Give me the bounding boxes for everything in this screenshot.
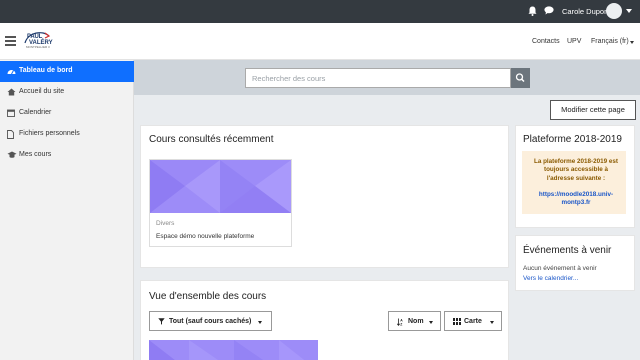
search-button[interactable] bbox=[511, 68, 530, 88]
nav-link-upv[interactable]: UPV bbox=[567, 38, 581, 45]
top-bar: Carole Dupont bbox=[0, 0, 640, 23]
avatar[interactable] bbox=[606, 3, 622, 19]
sidebar-item-label: Tableau de bord bbox=[19, 67, 73, 74]
sort-label: Nom bbox=[408, 318, 424, 325]
modify-page-button[interactable]: Modifier cette page bbox=[550, 100, 636, 120]
calendar-link[interactable]: Vers le calendrier... bbox=[523, 275, 578, 282]
logo-text-line3: MONTPELLIER 3 bbox=[26, 45, 50, 49]
view-dropdown[interactable]: Carte bbox=[444, 311, 502, 331]
sidebar-item-label: Fichiers personnels bbox=[19, 130, 80, 137]
chevron-down-icon bbox=[258, 321, 262, 324]
language-selector[interactable]: Français (fr) bbox=[591, 38, 629, 45]
home-icon bbox=[7, 88, 16, 96]
platform-block-title: Plateforme 2018-2019 bbox=[523, 134, 622, 145]
platform-url-link[interactable]: https://moodle2018.univ-montp3.fr bbox=[530, 191, 622, 208]
search-icon bbox=[515, 73, 525, 83]
course-category: Divers bbox=[156, 220, 175, 227]
recent-courses-title: Cours consultés récemment bbox=[149, 134, 274, 145]
grid-icon bbox=[453, 318, 461, 327]
file-icon bbox=[7, 130, 15, 139]
events-block-title: Événements à venir bbox=[523, 245, 612, 256]
view-label: Carte bbox=[464, 318, 482, 325]
graduation-cap-icon bbox=[7, 151, 17, 159]
navbar: PAUL VALÉRY MONTPELLIER 3 Contacts UPV F… bbox=[0, 23, 640, 60]
upcoming-events-block: Événements à venir Aucun événement à ven… bbox=[515, 235, 635, 291]
user-name[interactable]: Carole Dupont bbox=[562, 7, 610, 16]
calendar-icon bbox=[7, 109, 15, 117]
platform-notice: La plateforme 2018-2019 est toujours acc… bbox=[522, 151, 626, 214]
sidebar-item-my-courses[interactable]: Mes cours bbox=[0, 145, 134, 166]
platform-notice-text: La plateforme 2018-2019 est toujours acc… bbox=[533, 158, 618, 182]
site-logo[interactable]: PAUL VALÉRY MONTPELLIER 3 bbox=[23, 30, 53, 52]
sidebar-item-home[interactable]: Accueil du site bbox=[0, 82, 134, 103]
course-image[interactable] bbox=[149, 340, 318, 360]
sidebar-item-label: Mes cours bbox=[19, 151, 52, 158]
sidebar-item-files[interactable]: Fichiers personnels bbox=[0, 124, 134, 145]
language-caret-icon[interactable] bbox=[630, 41, 634, 44]
course-overview-card: Vue d'ensemble des cours Tout (sauf cour… bbox=[140, 280, 509, 360]
sidebar-item-calendar[interactable]: Calendrier bbox=[0, 103, 134, 124]
course-search-input[interactable] bbox=[245, 68, 511, 88]
svg-text:Z: Z bbox=[400, 322, 402, 326]
sidebar: Tableau de bord Accueil du site Calendri… bbox=[0, 60, 134, 360]
dashboard-icon bbox=[7, 67, 16, 75]
course-image[interactable] bbox=[150, 160, 291, 213]
filter-icon bbox=[158, 318, 165, 327]
course-name[interactable]: Espace démo nouvelle plateforme bbox=[156, 233, 254, 240]
chat-icon[interactable] bbox=[544, 6, 554, 17]
filter-label: Tout (sauf cours cachés) bbox=[169, 318, 252, 325]
course-filter-dropdown[interactable]: Tout (sauf cours cachés) bbox=[149, 311, 272, 331]
chevron-down-icon bbox=[429, 321, 433, 324]
nav-link-contacts[interactable]: Contacts bbox=[532, 38, 560, 45]
hamburger-menu-icon[interactable] bbox=[5, 36, 16, 46]
sidebar-item-label: Accueil du site bbox=[19, 88, 65, 95]
bell-icon[interactable] bbox=[528, 6, 537, 18]
user-menu-caret-icon[interactable] bbox=[626, 9, 632, 13]
no-events-text: Aucun événement à venir bbox=[523, 265, 597, 272]
course-card[interactable]: Divers Espace démo nouvelle plateforme bbox=[149, 159, 292, 247]
recent-courses-card: Cours consultés récemment Divers Espace … bbox=[140, 125, 509, 268]
sort-alpha-icon: AZ bbox=[396, 318, 405, 328]
chevron-down-icon bbox=[490, 321, 494, 324]
course-overview-title: Vue d'ensemble des cours bbox=[149, 291, 267, 302]
sidebar-item-dashboard[interactable]: Tableau de bord bbox=[0, 61, 134, 82]
sidebar-item-label: Calendrier bbox=[19, 109, 52, 116]
sort-dropdown[interactable]: AZ Nom bbox=[388, 311, 441, 331]
